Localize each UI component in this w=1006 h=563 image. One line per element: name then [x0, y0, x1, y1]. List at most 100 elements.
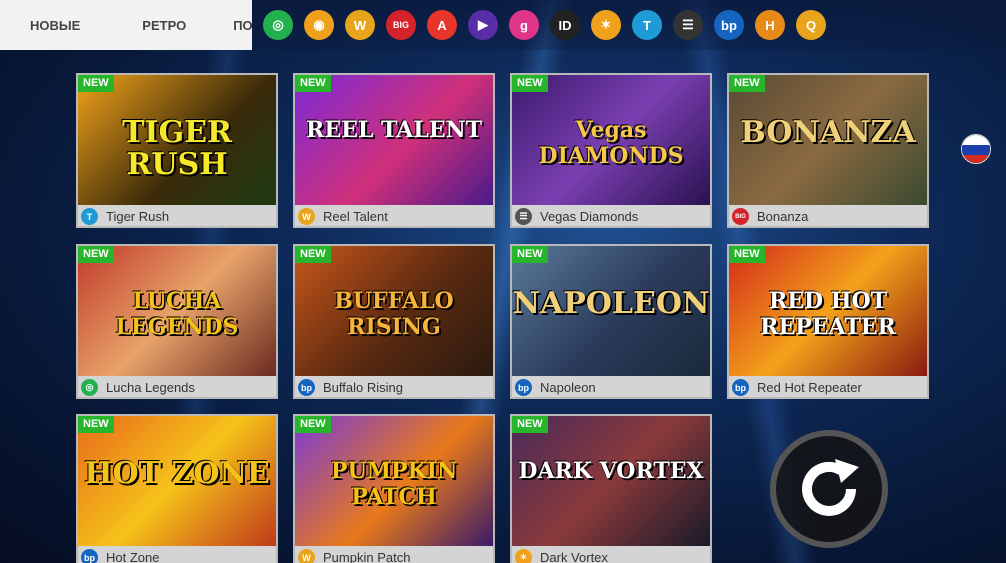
- game-thumbnail-title: Vegas DIAMONDS: [538, 117, 684, 169]
- id-provider-icon[interactable]: ID: [550, 10, 580, 40]
- game-caption: bp Red Hot Repeater: [729, 376, 927, 397]
- game-tile[interactable]: REEL TALENT NEW W Reel Talent: [293, 73, 495, 228]
- lucha-provider-icon[interactable]: ◎: [263, 10, 293, 40]
- game-tile[interactable]: DARK VORTEX NEW ✶ Dark Vortex: [510, 414, 712, 563]
- flame-provider-icon[interactable]: ◉: [304, 10, 334, 40]
- h-provider-icon[interactable]: H: [755, 10, 785, 40]
- game-tile[interactable]: BONANZA NEW BIG Bonanza: [727, 73, 929, 228]
- refresh-button[interactable]: [770, 430, 888, 548]
- game-caption: bp Napoleon: [512, 376, 710, 397]
- provider-bar: ◎ ◉ W BIG A ▶ g ID ✶ T ☰ bp H Q: [252, 0, 1006, 50]
- provider-icon: ◎: [81, 379, 98, 396]
- game-thumbnail: TIGER RUSH: [78, 75, 276, 205]
- new-badge: NEW: [512, 416, 548, 433]
- game-name: Bonanza: [757, 209, 809, 224]
- game-thumbnail: LUCHA LEGENDS: [78, 246, 276, 376]
- game-name: Reel Talent: [323, 209, 388, 224]
- game-caption: bp Buffalo Rising: [295, 376, 493, 397]
- game-thumbnail: BUFFALO RISING: [295, 246, 493, 376]
- game-caption: W Reel Talent: [295, 205, 493, 226]
- t-provider-icon[interactable]: T: [632, 10, 662, 40]
- q-provider-icon[interactable]: Q: [796, 10, 826, 40]
- game-thumbnail-title: NAPOLEON: [512, 286, 710, 321]
- game-thumbnail: DARK VORTEX: [512, 416, 710, 546]
- game-thumbnail: HOT ZONE: [78, 416, 276, 546]
- provider-icon: BIG: [732, 208, 749, 225]
- game-thumbnail: REEL TALENT: [295, 75, 493, 205]
- new-badge: NEW: [78, 416, 114, 433]
- new-badge: NEW: [78, 246, 114, 263]
- top-bar: НОВЫЕ РЕТРО ПОП ◎ ◉ W BIG A ▶ g ID ✶ T ☰ bp HQ: [0, 0, 1006, 50]
- new-badge: NEW: [295, 246, 331, 263]
- category-tabs: НОВЫЕ РЕТРО ПОП: [0, 0, 252, 50]
- game-thumbnail-title: BONANZA: [740, 115, 916, 150]
- new-badge: NEW: [729, 75, 765, 92]
- game-caption: T Tiger Rush: [78, 205, 276, 226]
- game-name: Napoleon: [540, 380, 596, 395]
- game-caption: BIG Bonanza: [729, 205, 927, 226]
- new-badge: NEW: [512, 75, 548, 92]
- game-thumbnail-title: DARK VORTEX: [518, 458, 704, 484]
- provider-icon: ✶: [515, 549, 532, 563]
- language-flag-icon[interactable]: [961, 134, 991, 164]
- game-tile[interactable]: NAPOLEON NEW bp Napoleon: [510, 244, 712, 399]
- game-thumbnail-title: BUFFALO RISING: [334, 288, 454, 340]
- a-provider-icon[interactable]: A: [427, 10, 457, 40]
- game-tile[interactable]: LUCHA LEGENDS NEW ◎ Lucha Legends: [76, 244, 278, 399]
- big-provider-icon[interactable]: BIG: [386, 10, 416, 40]
- game-caption: ☰ Vegas Diamonds: [512, 205, 710, 226]
- tab-retro[interactable]: РЕТРО: [142, 18, 186, 33]
- new-badge: NEW: [729, 246, 765, 263]
- game-name: Vegas Diamonds: [540, 209, 639, 224]
- game-caption: ✶ Dark Vortex: [512, 546, 710, 563]
- provider-icon: bp: [515, 379, 532, 396]
- tab-popular[interactable]: ПОП: [233, 18, 252, 33]
- game-name: Hot Zone: [106, 550, 160, 563]
- game-tile[interactable]: HOT ZONE NEW bp Hot Zone: [76, 414, 278, 563]
- game-name: Pumpkin Patch: [323, 550, 411, 563]
- provider-icon: bp: [732, 379, 749, 396]
- new-badge: NEW: [512, 246, 548, 263]
- star-provider-icon[interactable]: ✶: [591, 10, 621, 40]
- game-caption: W Pumpkin Patch: [295, 546, 493, 563]
- game-thumbnail-title: TIGER RUSH: [122, 115, 232, 182]
- game-name: Dark Vortex: [540, 550, 608, 563]
- game-thumbnail: BONANZA: [729, 75, 927, 205]
- g-provider-icon[interactable]: g: [509, 10, 539, 40]
- game-name: Lucha Legends: [106, 380, 195, 395]
- game-thumbnail-title: HOT ZONE: [84, 456, 270, 491]
- game-thumbnail: PUMPKIN PATCH: [295, 416, 493, 546]
- bp-provider-icon[interactable]: bp: [714, 10, 744, 40]
- provider-icon: T: [81, 208, 98, 225]
- game-thumbnail-title: PUMPKIN PATCH: [330, 458, 458, 510]
- new-badge: NEW: [295, 75, 331, 92]
- w-provider-icon[interactable]: W: [345, 10, 375, 40]
- game-thumbnail: RED HOT REPEATER: [729, 246, 927, 376]
- provider-icon: W: [298, 208, 315, 225]
- game-thumbnail-title: REEL TALENT: [306, 117, 482, 143]
- game-tile[interactable]: BUFFALO RISING NEW bp Buffalo Rising: [293, 244, 495, 399]
- provider-icon: bp: [298, 379, 315, 396]
- list-provider-icon[interactable]: ☰: [673, 10, 703, 40]
- new-badge: NEW: [295, 416, 331, 433]
- game-tile[interactable]: TIGER RUSH NEW T Tiger Rush: [76, 73, 278, 228]
- provider-icon: W: [298, 549, 315, 563]
- game-thumbnail-title: LUCHA LEGENDS: [115, 288, 239, 340]
- game-caption: bp Hot Zone: [78, 546, 276, 563]
- play-provider-icon[interactable]: ▶: [468, 10, 498, 40]
- game-caption: ◎ Lucha Legends: [78, 376, 276, 397]
- tab-new[interactable]: НОВЫЕ: [30, 18, 80, 33]
- game-name: Tiger Rush: [106, 209, 170, 224]
- game-name: Buffalo Rising: [323, 380, 403, 395]
- game-thumbnail: NAPOLEON: [512, 246, 710, 376]
- game-thumbnail-title: RED HOT REPEATER: [760, 288, 896, 340]
- new-badge: NEW: [78, 75, 114, 92]
- game-name: Red Hot Repeater: [757, 380, 862, 395]
- provider-icon: bp: [81, 549, 98, 563]
- refresh-icon: [802, 459, 859, 516]
- provider-icon: ☰: [515, 208, 532, 225]
- game-tile[interactable]: Vegas DIAMONDS NEW ☰ Vegas Diamonds: [510, 73, 712, 228]
- game-tile[interactable]: RED HOT REPEATER NEW bp Red Hot Repeater: [727, 244, 929, 399]
- game-thumbnail: Vegas DIAMONDS: [512, 75, 710, 205]
- game-tile[interactable]: PUMPKIN PATCH NEW W Pumpkin Patch: [293, 414, 495, 563]
